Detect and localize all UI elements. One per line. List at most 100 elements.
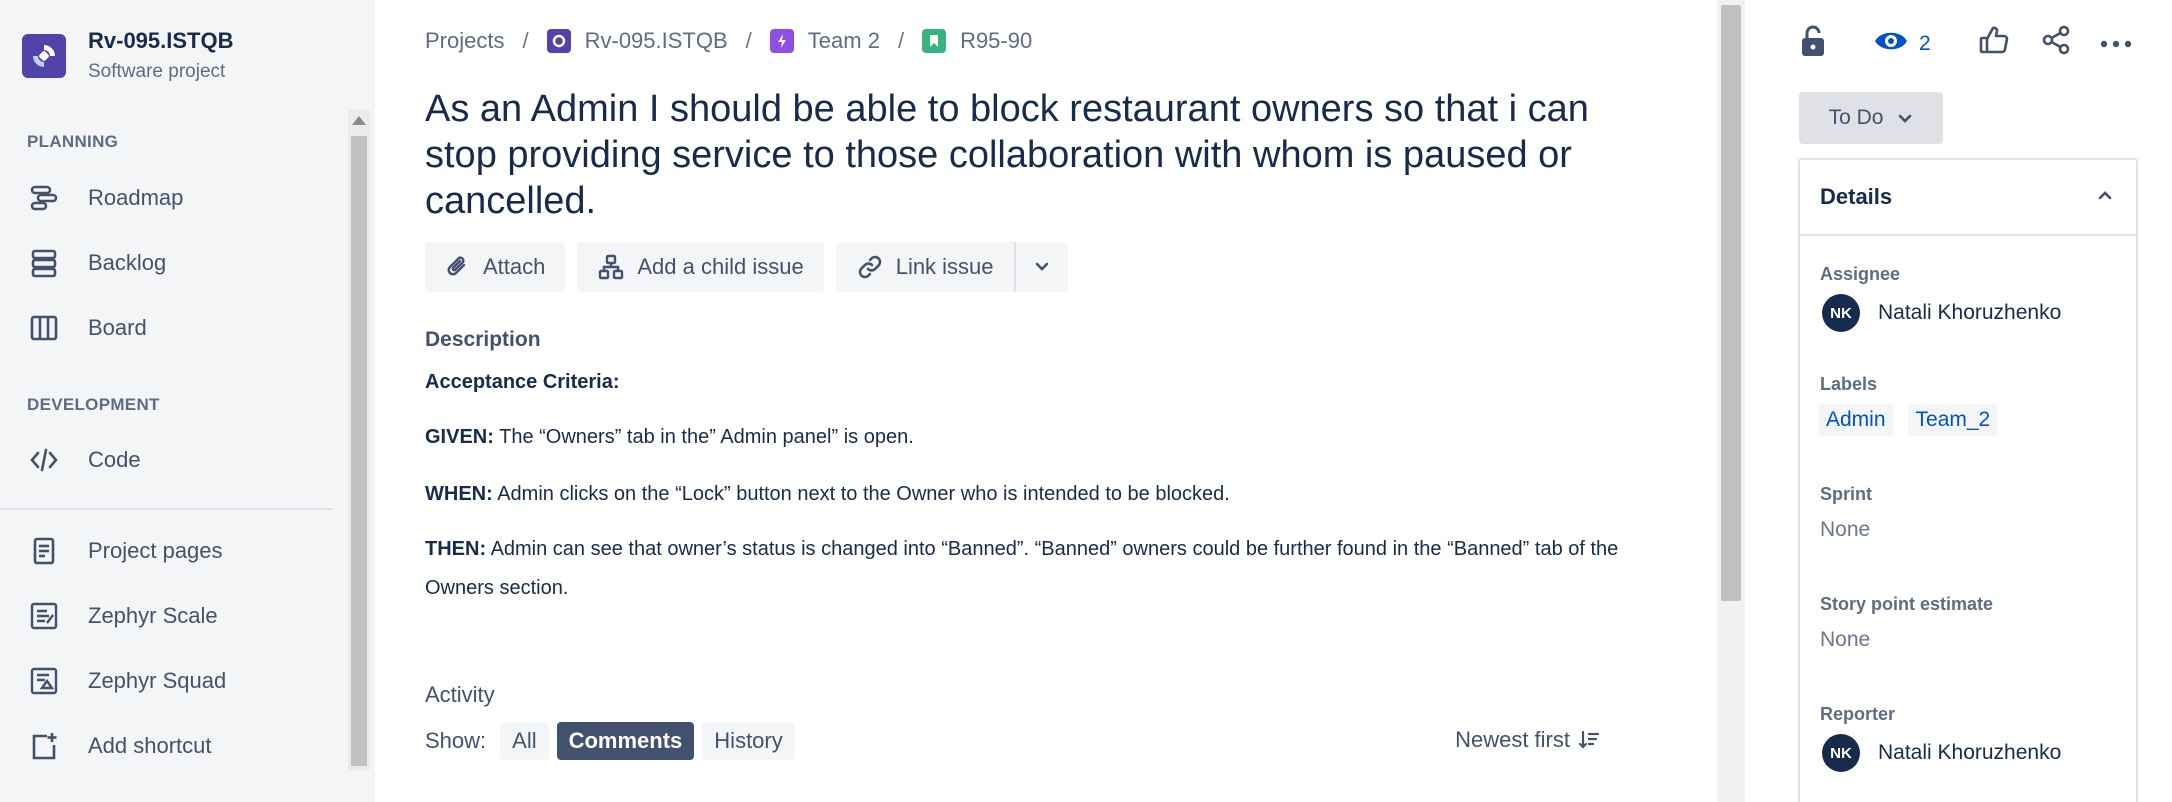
when-key: WHEN: bbox=[425, 483, 493, 505]
assignee-name: Natali Khoruzhenko bbox=[1878, 301, 2062, 324]
sidebar-item-backlog[interactable]: Backlog bbox=[26, 241, 166, 285]
labels-field[interactable]: Admin Team_2 bbox=[1818, 404, 2012, 436]
given-text: The “Owners” tab in the” Admin panel” is… bbox=[493, 426, 914, 448]
issue-toolbar: Attach Add a child issue Link issue bbox=[425, 242, 1080, 292]
sidebar-item-code[interactable]: Code bbox=[26, 438, 141, 482]
sort-icon bbox=[1578, 729, 1600, 751]
sprint-value[interactable]: None bbox=[1820, 518, 1870, 542]
sidebar-item-roadmap[interactable]: Roadmap bbox=[26, 176, 183, 220]
breadcrumb-project-label: Rv-095.ISTQB bbox=[584, 28, 728, 53]
issue-main: Projects / Rv-095.ISTQB / Team 2 / R95-9… bbox=[375, 0, 1745, 802]
link-icon bbox=[856, 253, 884, 281]
chevron-up-icon bbox=[2096, 184, 2114, 210]
breadcrumb-separator: / bbox=[522, 28, 529, 53]
breadcrumb-issue[interactable]: R95-90 bbox=[922, 28, 1032, 54]
project-logo bbox=[22, 34, 66, 78]
reporter-field[interactable]: NK Natali Khoruzhenko bbox=[1822, 734, 2061, 772]
sprint-label: Sprint bbox=[1820, 484, 1872, 504]
eye-icon bbox=[1873, 28, 1909, 59]
story-point-value[interactable]: None bbox=[1820, 628, 1870, 652]
scroll-up-arrow-icon[interactable] bbox=[352, 116, 366, 125]
sidebar-item-label: Board bbox=[88, 315, 147, 340]
story-point-label: Story point estimate bbox=[1820, 594, 1994, 614]
reporter-label: Reporter bbox=[1820, 704, 1896, 724]
zephyr-scale-icon bbox=[26, 598, 62, 634]
given-key: GIVEN: bbox=[425, 426, 494, 448]
board-icon bbox=[26, 310, 62, 346]
ellipsis-icon bbox=[2100, 36, 2132, 54]
project-avatar-icon bbox=[546, 29, 571, 53]
breadcrumb-project[interactable]: Rv-095.ISTQB bbox=[546, 28, 728, 54]
more-actions-dropdown[interactable] bbox=[1013, 242, 1068, 292]
chevron-down-icon bbox=[1034, 254, 1050, 280]
status-dropdown[interactable]: To Do bbox=[1799, 92, 1943, 144]
breadcrumb-projects[interactable]: Projects bbox=[425, 28, 504, 54]
backlog-icon bbox=[26, 245, 62, 281]
add-child-issue-button[interactable]: Add a child issue bbox=[577, 242, 824, 292]
labels-label: Labels bbox=[1820, 374, 1878, 394]
like-button[interactable] bbox=[1978, 24, 2010, 61]
sidebar-scrollbar-thumb[interactable] bbox=[351, 136, 367, 766]
share-button[interactable] bbox=[2040, 24, 2072, 61]
sidebar-item-project-pages[interactable]: Project pages bbox=[26, 529, 223, 573]
sidebar-item-label: Zephyr Scale bbox=[88, 603, 218, 628]
sort-order-button[interactable]: Newest first bbox=[1455, 727, 1600, 753]
label-chip[interactable]: Team_2 bbox=[1907, 404, 1999, 436]
avatar: NK bbox=[1822, 734, 1860, 772]
filter-all-button[interactable]: All bbox=[500, 722, 549, 760]
assignee-field[interactable]: NK Natali Khoruzhenko bbox=[1822, 294, 2061, 332]
sidebar-item-label: Backlog bbox=[88, 250, 167, 275]
epic-icon bbox=[769, 29, 794, 53]
sidebar-divider bbox=[0, 508, 333, 510]
main-scrollbar-thumb[interactable] bbox=[1721, 5, 1741, 601]
details-header[interactable]: Details bbox=[1800, 160, 2136, 236]
assignee-label: Assignee bbox=[1820, 264, 1901, 284]
breadcrumb: Projects / Rv-095.ISTQB / Team 2 / R95-9… bbox=[425, 28, 1032, 54]
breadcrumb-epic[interactable]: Team 2 bbox=[769, 28, 880, 54]
attach-button[interactable]: Attach bbox=[425, 242, 566, 292]
more-options-button[interactable] bbox=[2100, 36, 2132, 54]
planning-heading: PLANNING bbox=[27, 132, 119, 151]
show-label: Show: bbox=[425, 728, 487, 753]
breadcrumb-epic-label: Team 2 bbox=[807, 28, 880, 53]
project-header[interactable]: Rv-095.ISTQB Software project bbox=[22, 24, 234, 86]
sidebar-item-label: Roadmap bbox=[88, 185, 184, 210]
details-heading: Details bbox=[1820, 184, 1893, 209]
label-chip[interactable]: Admin bbox=[1818, 404, 1894, 436]
hierarchy-icon bbox=[597, 253, 625, 281]
chevron-down-icon bbox=[1897, 110, 1913, 126]
share-icon bbox=[2040, 24, 2072, 61]
activity-label: Activity bbox=[425, 682, 495, 707]
breadcrumb-separator: / bbox=[897, 28, 905, 53]
status-label: To Do bbox=[1828, 106, 1884, 129]
then-text: Admin can see that owner’s status is cha… bbox=[425, 538, 1619, 599]
sidebar-item-add-shortcut[interactable]: Add shortcut bbox=[26, 724, 212, 768]
when-text: Admin clicks on the “Lock” button next t… bbox=[492, 483, 1230, 505]
project-name: Rv-095.ISTQB bbox=[88, 28, 234, 53]
breadcrumb-separator: / bbox=[745, 28, 752, 53]
sidebar-item-board[interactable]: Board bbox=[26, 306, 147, 350]
story-icon bbox=[922, 29, 947, 53]
zephyr-squad-icon bbox=[26, 663, 62, 699]
watchers-count: 2 bbox=[1919, 31, 1931, 55]
issue-title[interactable]: As an Admin I should be able to block re… bbox=[425, 86, 1655, 224]
thumbs-up-icon bbox=[1978, 24, 2010, 61]
filter-comments-button[interactable]: Comments bbox=[556, 722, 695, 760]
lock-button[interactable] bbox=[1798, 24, 1828, 63]
description-label: Description bbox=[425, 328, 541, 351]
roadmap-icon bbox=[26, 180, 62, 216]
details-card: Details Assignee NK Natali Khoruzhenko L… bbox=[1798, 158, 2138, 802]
filter-history-button[interactable]: History bbox=[702, 722, 795, 760]
sidebar-item-zephyr-scale[interactable]: Zephyr Scale bbox=[26, 594, 218, 638]
attach-label: Attach bbox=[483, 254, 546, 279]
link-issue-button[interactable]: Link issue bbox=[835, 242, 1014, 292]
watch-button[interactable]: 2 bbox=[1873, 28, 1931, 59]
sidebar-item-zephyr-squad[interactable]: Zephyr Squad bbox=[26, 659, 226, 703]
sort-order-label: Newest first bbox=[1455, 727, 1570, 752]
sidebar-item-label: Add shortcut bbox=[88, 733, 212, 758]
acceptance-criteria-heading: Acceptance Criteria: bbox=[425, 371, 620, 393]
add-child-issue-label: Add a child issue bbox=[637, 254, 804, 279]
project-type: Software project bbox=[88, 61, 226, 82]
when-clause: WHEN: Admin clicks on the “Lock” button … bbox=[425, 475, 1625, 514]
add-shortcut-icon bbox=[26, 728, 62, 764]
